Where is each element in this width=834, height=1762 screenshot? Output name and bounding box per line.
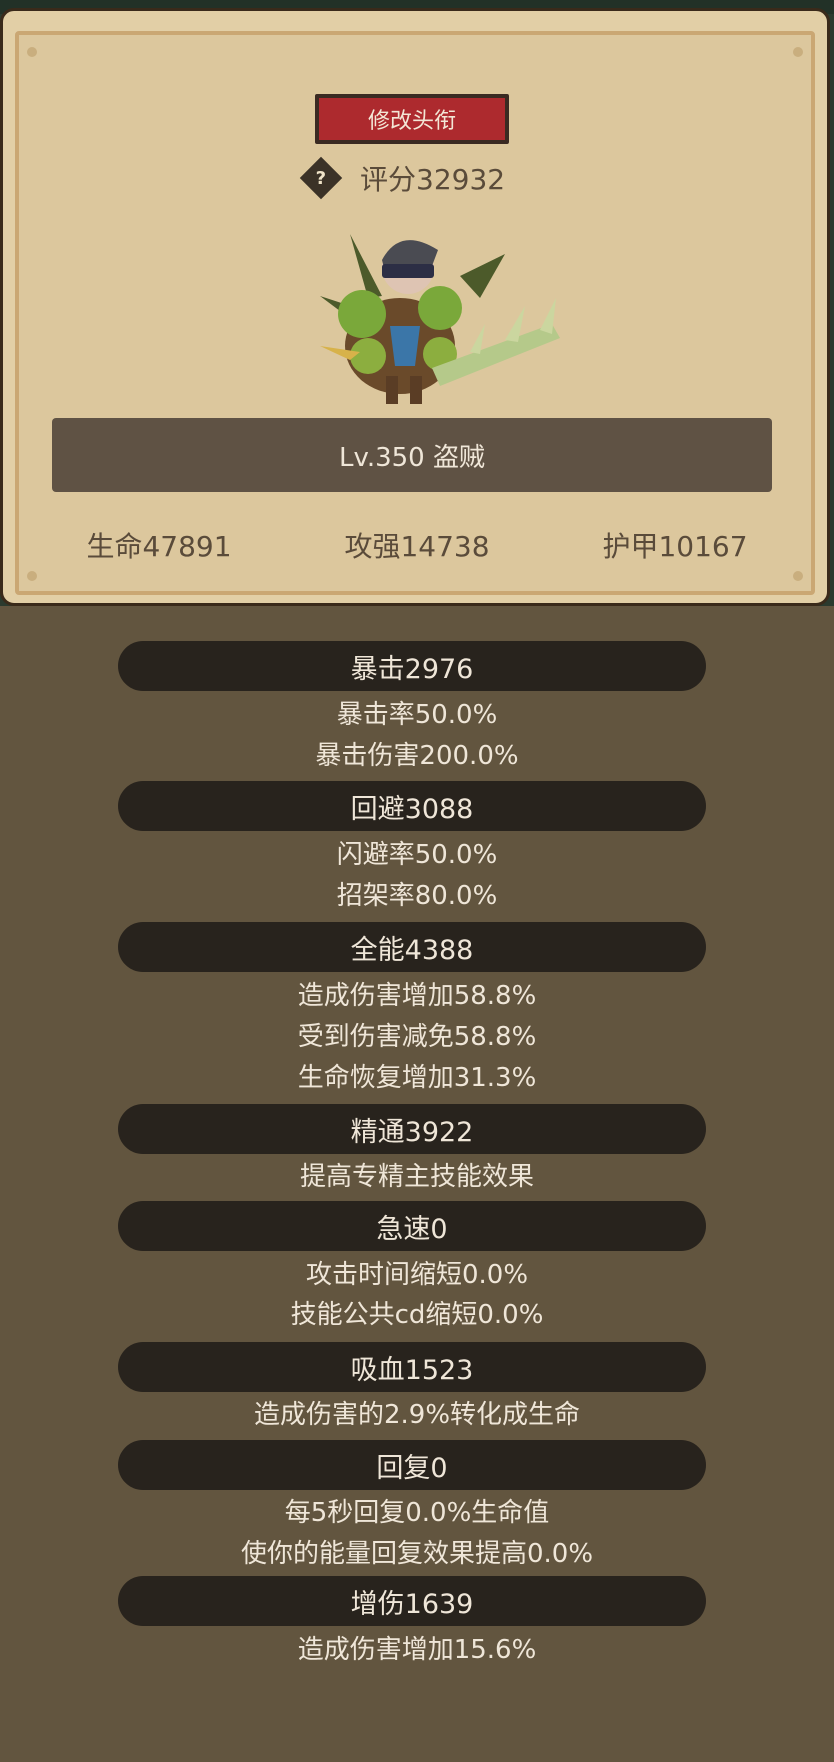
help-icon-glyph: ?	[315, 167, 327, 189]
section-crit-title: 暴击2976	[118, 641, 706, 691]
section-versatility-line: 造成伤害增加58.8%	[297, 981, 537, 1011]
section-haste-line: 技能公共cd缩短0.0%	[290, 1300, 544, 1330]
stat-hp: 生命47891	[86, 530, 232, 563]
section-mastery-line: 提高专精主技能效果	[299, 1162, 534, 1192]
section-dodge-line: 招架率80.0%	[336, 881, 498, 911]
section-regen-title: 回复0	[118, 1440, 706, 1490]
section-crit-line: 暴击伤害200.0%	[315, 741, 519, 771]
hero-avatar	[320, 234, 560, 404]
help-icon[interactable]: ?	[299, 156, 343, 200]
stat-armor: 护甲10167	[602, 530, 748, 563]
section-damage-bonus-line: 造成伤害增加15.6%	[297, 1635, 537, 1665]
stat-attack-power: 攻强14738	[344, 530, 490, 563]
section-versatility-line: 生命恢复增加31.3%	[297, 1063, 537, 1093]
section-versatility-title: 全能4388	[118, 922, 706, 972]
corner-decoration	[27, 47, 37, 57]
corner-decoration	[793, 47, 803, 57]
section-dodge-title: 回避3088	[118, 781, 706, 831]
section-lifesteal-title: 吸血1523	[118, 1342, 706, 1392]
section-haste-title: 急速0	[118, 1201, 706, 1251]
section-regen-line: 使你的能量回复效果提高0.0%	[240, 1539, 594, 1569]
edit-title-button[interactable]: 修改头衔	[315, 94, 509, 144]
section-mastery-title: 精通3922	[118, 1104, 706, 1154]
section-dodge-line: 闪避率50.0%	[336, 840, 498, 870]
main-stats-row: 生命47891 攻强14738 护甲10167	[0, 515, 834, 575]
section-versatility-line: 受到伤害减免58.8%	[297, 1022, 537, 1052]
section-regen-line: 每5秒回复0.0%生命值	[284, 1498, 550, 1528]
section-lifesteal-line: 造成伤害的2.9%转化成生命	[253, 1400, 581, 1430]
section-crit-line: 暴击率50.0%	[336, 700, 498, 730]
section-damage-bonus-title: 增伤1639	[118, 1576, 706, 1626]
score-value: 评分32932	[360, 163, 506, 196]
score-row: ? 评分32932	[299, 156, 506, 200]
section-haste-line: 攻击时间缩短0.0%	[305, 1260, 529, 1290]
level-class-bar: Lv.350 盗贼	[52, 418, 772, 492]
